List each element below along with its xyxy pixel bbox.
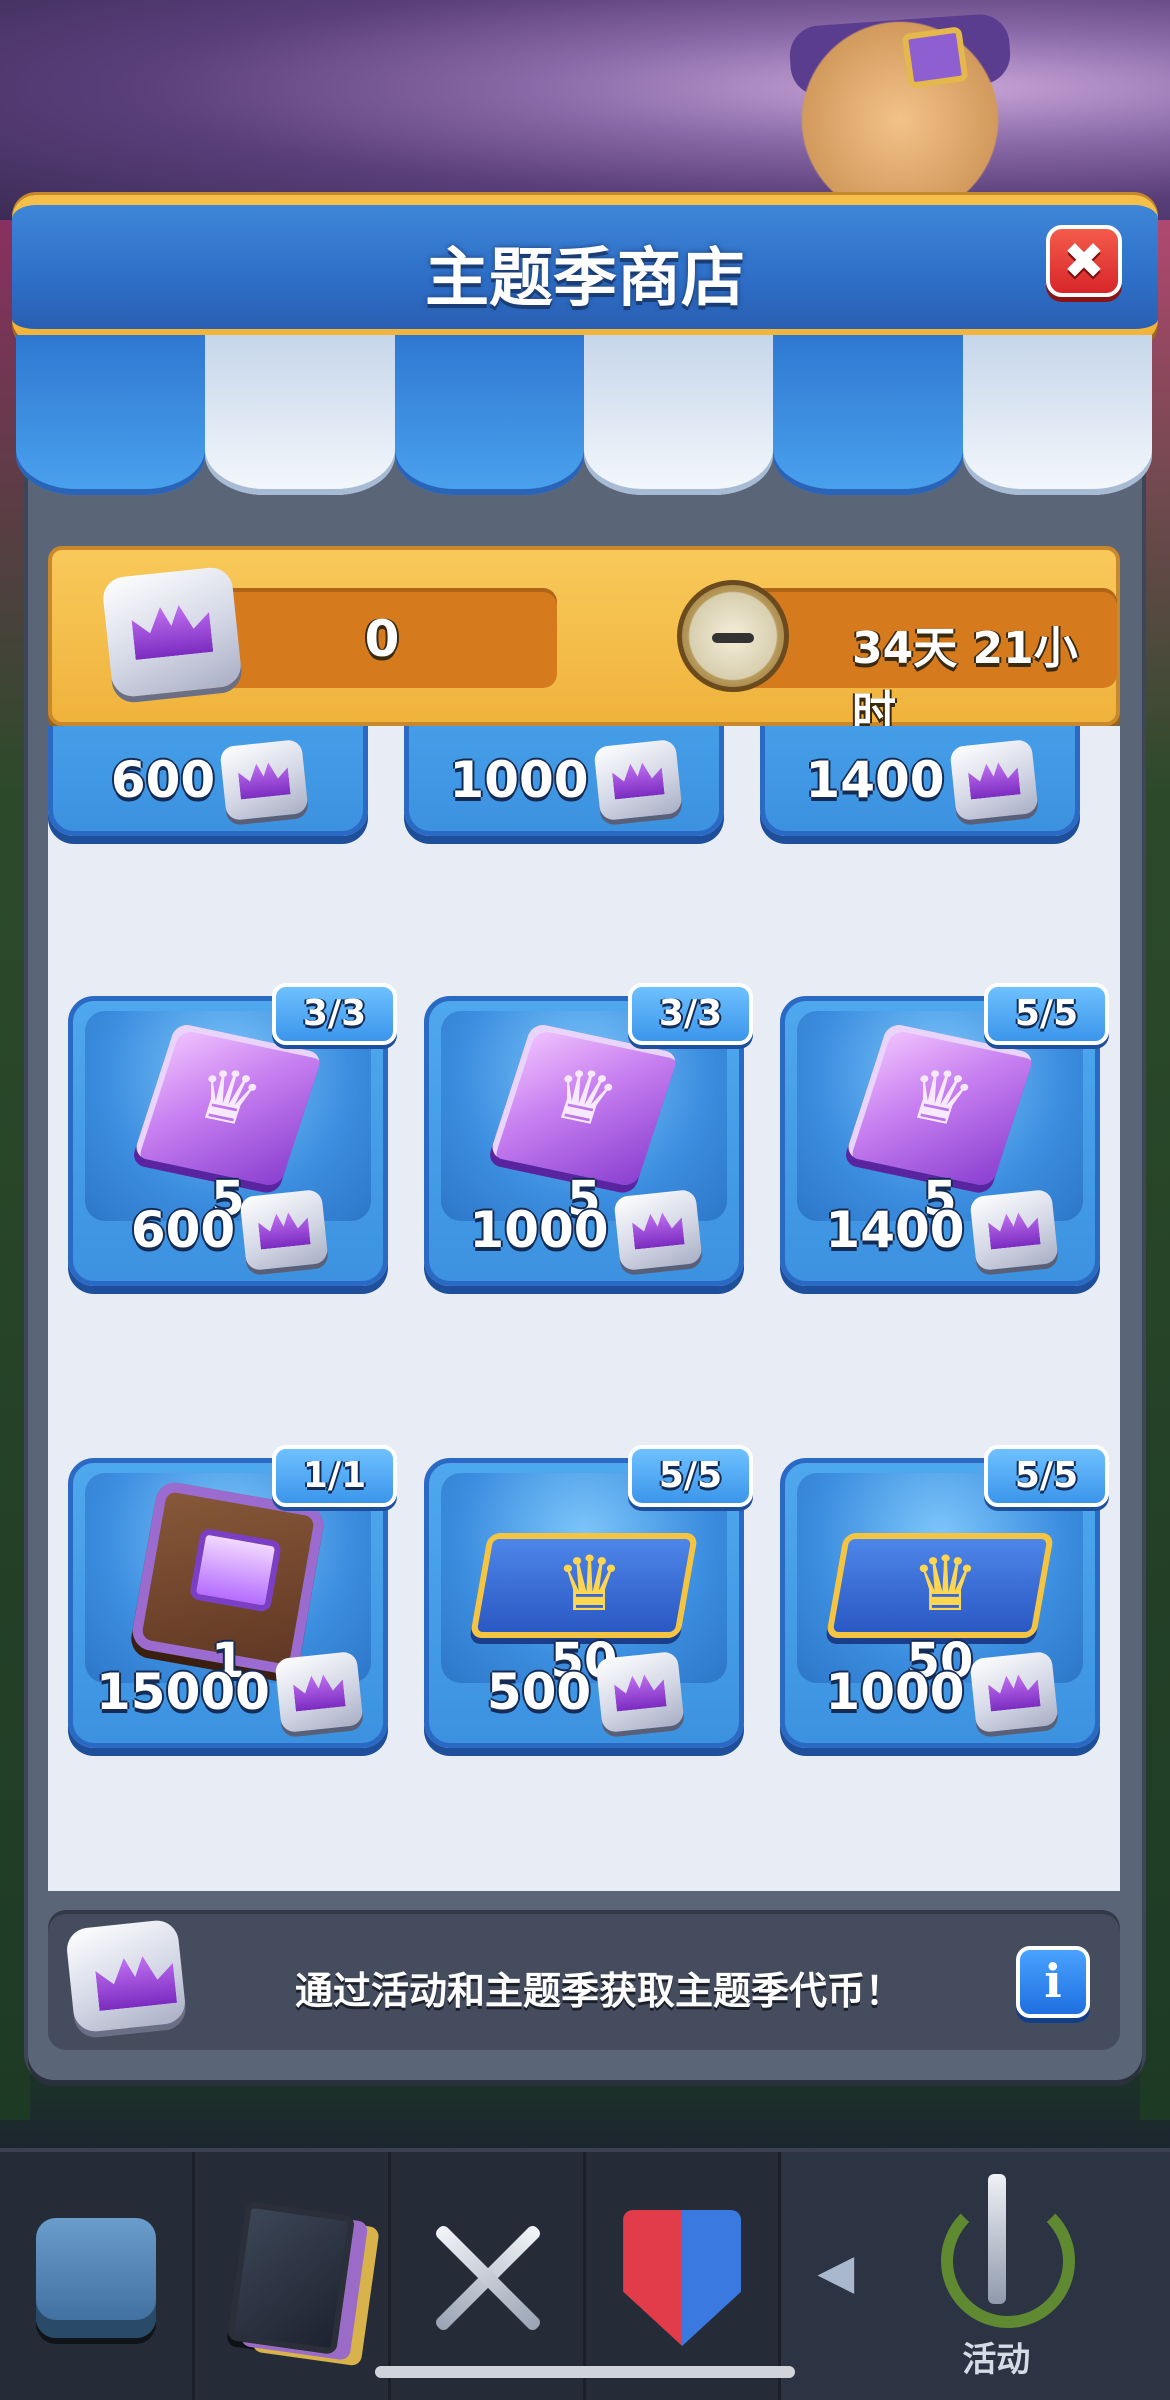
item-price: 600 [73,1188,383,1272]
crossed-swords-icon [417,2208,557,2348]
nav-tab-events[interactable]: ◀ 活动 [781,2152,1170,2400]
item-quantity: 25 [409,726,719,727]
shop-item-card[interactable]: 5 1400 5/5 [780,983,1109,1286]
awning-stripe [205,335,395,495]
currency-bar: 0 34天 21小时 [48,546,1120,738]
purchase-limit-badge: 5/5 [628,1445,753,1507]
price-value: 1000 [449,751,589,809]
awning-stripe [394,335,584,495]
price-value: 1400 [805,751,945,809]
item-quantity: 25 [765,726,1075,727]
season-token-icon [101,565,243,699]
item-price: 1000 [429,1188,739,1272]
season-token-icon [239,1188,329,1272]
season-token-icon [274,1650,364,1734]
shop-grid: 25 600 25 1000 25 1400 5 600 3/3 [48,726,1120,1891]
cards-icon [227,2201,356,2355]
info-text: 通过活动和主题季获取主题季代币！ [294,1969,903,2013]
price-value: 1000 [469,1201,609,1259]
shop-item-card[interactable]: 25 600 [48,726,368,836]
countdown-pill: 34天 21小时 [742,588,1117,738]
nav-tab-shop[interactable] [0,2152,196,2400]
page-title: 主题季商店 [425,242,745,316]
item-price: 1000 [785,1650,1095,1734]
awning-stripe [583,335,774,495]
price-value: 1400 [825,1201,965,1259]
close-button[interactable]: ✖ [1046,225,1122,297]
bottom-nav: ◀ 活动 [0,2148,1170,2400]
shop-item-card[interactable]: 5 1000 3/3 [424,983,753,1286]
shop-item-card[interactable]: 25 1400 [760,726,1080,836]
countdown-text: 34天 21小时 [852,623,1078,738]
shop-item-card[interactable]: 1 15000 1/1 [68,1445,397,1748]
price-value: 1000 [825,1663,965,1721]
background-art [0,0,1170,220]
price-value: 600 [130,1201,236,1259]
purchase-limit-badge: 5/5 [984,1445,1109,1507]
season-token-icon [612,1188,703,1272]
hero-character [770,0,1030,200]
nav-tab-cards[interactable] [195,2152,391,2400]
shop-item-card[interactable]: 50 1000 5/5 [780,1445,1109,1748]
token-balance-pill: 0 [207,588,557,688]
purchase-limit-badge: 1/1 [272,1445,397,1507]
awning-stripe [962,335,1152,495]
token-balance: 0 [364,610,400,668]
price-value: 600 [110,751,216,809]
season-token-icon [592,738,683,822]
item-price: 600 [53,738,363,822]
shop-awning [16,335,1152,515]
laurel-sword-icon [931,2174,1076,2328]
price-value: 500 [486,1663,592,1721]
purchase-limit-badge: 5/5 [984,983,1109,1045]
price-value: 15000 [96,1663,270,1721]
shop-item-card[interactable]: 5 600 3/3 [68,983,397,1286]
crown-ticket-icon [469,1533,699,1638]
shop-item-card[interactable]: 50 500 5/5 [424,1445,753,1748]
purchase-limit-badge: 3/3 [628,983,753,1045]
season-token-icon [219,738,309,822]
season-token-icon [968,1650,1059,1734]
item-price: 15000 [73,1650,383,1734]
chest-icon [36,2218,157,2338]
clock-icon [677,580,789,692]
nav-tab-battle[interactable] [391,2152,586,2400]
info-bar: 通过活动和主题季获取主题季代币！ i [48,1910,1120,2050]
item-price: 1400 [785,1188,1095,1272]
season-token-icon [968,1188,1059,1272]
season-token-icon [64,1918,188,2034]
shop-item-card[interactable]: 25 1000 [404,726,724,836]
item-quantity: 25 [53,726,363,727]
item-price: 1000 [409,738,719,822]
home-indicator [375,2366,795,2378]
item-price: 1400 [765,738,1075,822]
crown-ticket-icon [825,1533,1055,1638]
item-price: 500 [429,1650,739,1734]
season-token-icon [595,1650,685,1734]
hero-gem [901,26,969,89]
title-banner: 主题季商店 [12,195,1158,343]
nav-tab-clan[interactable] [586,2152,782,2400]
awning-stripe [16,335,206,495]
nav-label-events: 活动 [962,2340,1031,2380]
purchase-limit-badge: 3/3 [272,983,397,1045]
close-icon: ✖ [1063,232,1105,290]
arrow-left-icon: ◀ [817,2244,855,2300]
info-button[interactable]: i [1016,1946,1090,2018]
clan-shield-icon [623,2210,742,2346]
awning-stripe [773,335,963,495]
season-token-icon [948,738,1039,822]
